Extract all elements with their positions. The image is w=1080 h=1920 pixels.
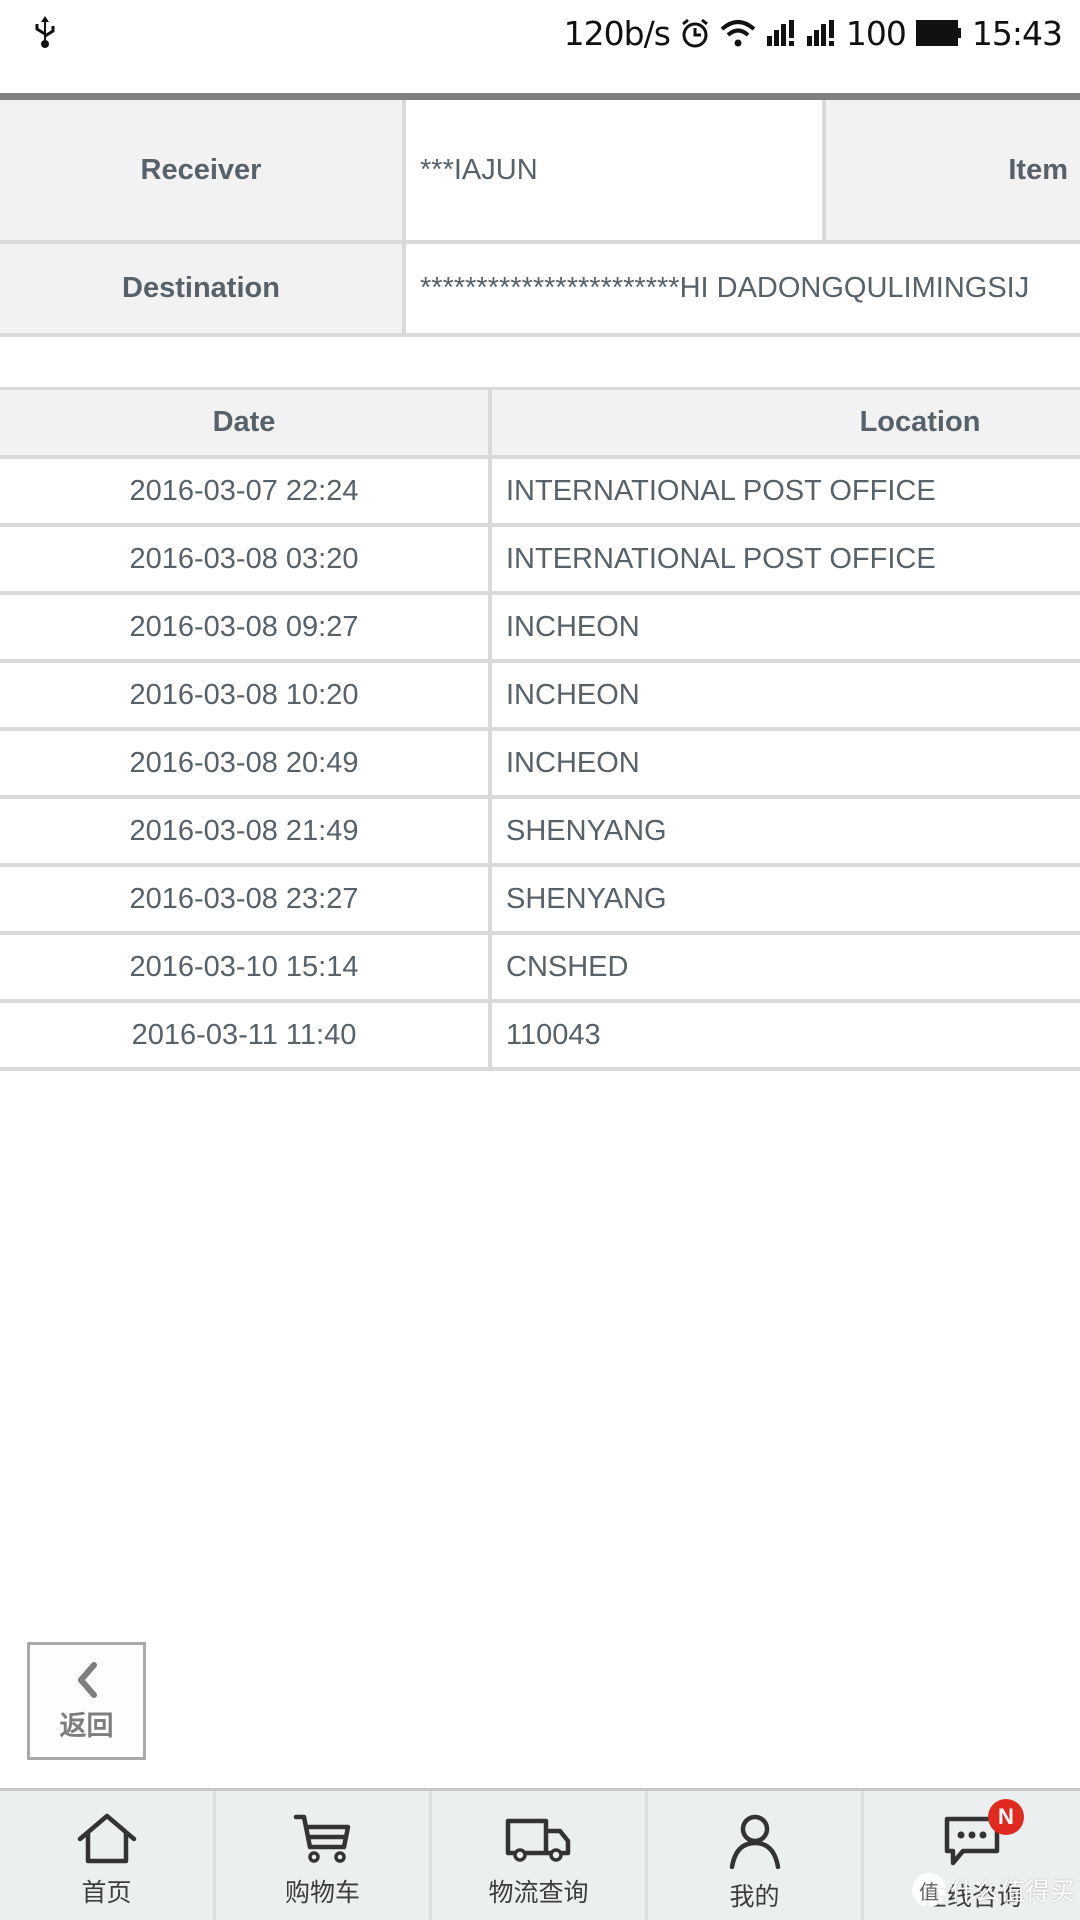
nav-tab-home[interactable]: 首页 <box>0 1791 216 1920</box>
status-bar: 120b/s 100 15:43 <box>0 0 1080 93</box>
row-location: INTERNATIONAL POST OFFICE <box>506 542 936 575</box>
row-date: 2016-03-08 03:20 <box>129 542 359 575</box>
watermark: 值 什么值得买 <box>912 1872 1075 1908</box>
row-location: SHENYANG <box>506 814 667 847</box>
nav-tab-label: 我的 <box>729 1882 780 1911</box>
row-divider <box>0 1067 1080 1071</box>
clock: 15:43 <box>971 13 1063 53</box>
table-row: 2016-03-08 09:27 INCHEON <box>0 595 1080 659</box>
row-date: 2016-03-07 22:24 <box>129 474 359 507</box>
table-row: 2016-03-10 15:14 CNSHED <box>0 935 1080 999</box>
truck-icon <box>505 1818 570 1862</box>
row-date: 2016-03-11 11:40 <box>131 1018 357 1051</box>
nav-tab-profile[interactable]: 我的 <box>648 1791 864 1920</box>
nav-tab-logistics[interactable]: 物流查询 <box>432 1791 648 1920</box>
table-row: 2016-03-08 03:20 INTERNATIONAL POST OFFIC… <box>0 527 1080 591</box>
row-divider <box>0 333 1080 337</box>
receiver-label: Receiver <box>0 100 402 240</box>
row-divider <box>0 240 1080 244</box>
row-location: 110043 <box>506 1018 601 1051</box>
row-date: 2016-03-08 23:27 <box>129 882 359 915</box>
column-divider <box>822 100 826 240</box>
item-label: Item <box>826 100 1080 240</box>
table-row: 2016-03-11 11:40 110043 <box>0 1003 1080 1067</box>
column-divider <box>402 100 406 333</box>
column-header-location: Location <box>859 406 981 438</box>
watermark-logo: 值 <box>912 1873 946 1907</box>
table-row: 2016-03-08 20:49 INCHEON <box>0 731 1080 795</box>
receiver-value: ***IAJUN <box>406 100 822 240</box>
row-date: 2016-03-08 10:20 <box>129 678 359 711</box>
nav-tab-label: 首页 <box>81 1878 132 1907</box>
row-location: INTERNATIONAL POST OFFICE <box>506 474 936 507</box>
network-speed: 120b/s <box>563 13 671 53</box>
row-date: 2016-03-08 20:49 <box>129 746 359 779</box>
nav-tab-label: 物流查询 <box>488 1878 589 1907</box>
row-location: INCHEON <box>506 746 640 779</box>
table-row: 2016-03-07 22:24 INTERNATIONAL POST OFFIC… <box>0 459 1080 523</box>
row-location: CNSHED <box>506 950 629 983</box>
header-bar <box>0 93 1080 100</box>
user-icon <box>729 1814 780 1869</box>
nav-tab-cart[interactable]: 购物车 <box>216 1791 432 1920</box>
chevron-left-icon <box>77 1661 97 1698</box>
row-date: 2016-03-10 15:14 <box>129 950 359 983</box>
alarm-icon <box>681 18 708 48</box>
column-header-date: Date <box>212 406 276 438</box>
table-row: 2016-03-08 10:20 INCHEON <box>0 663 1080 727</box>
table-header: Date Location <box>0 390 1080 455</box>
destination-value: ***********************HI DADONGQULIMING… <box>406 244 1080 333</box>
table-row: 2016-03-08 21:49 SHENYANG <box>0 799 1080 863</box>
battery-icon <box>915 20 961 46</box>
back-label: 返回 <box>59 1710 114 1742</box>
row-date: 2016-03-08 09:27 <box>129 610 359 643</box>
battery-level: 100 <box>845 13 907 53</box>
wifi-icon <box>720 20 756 47</box>
table-row: 2016-03-08 23:27 SHENYANG <box>0 867 1080 931</box>
back-button[interactable]: 返回 <box>27 1642 146 1760</box>
notification-badge: N <box>988 1799 1024 1835</box>
row-location: INCHEON <box>506 678 640 711</box>
nav-tab-label: 购物车 <box>284 1878 360 1907</box>
row-date: 2016-03-08 21:49 <box>129 814 359 847</box>
destination-label: Destination <box>0 244 402 333</box>
home-icon <box>77 1813 136 1864</box>
signal-sim2-icon <box>806 20 834 46</box>
usb-icon <box>35 16 55 48</box>
cart-icon <box>293 1814 350 1863</box>
row-location: INCHEON <box>506 610 640 643</box>
column-divider <box>488 390 492 1071</box>
row-location: SHENYANG <box>506 882 667 915</box>
watermark-text: 什么值得买 <box>950 1877 1076 1906</box>
signal-sim1-icon <box>766 20 794 46</box>
